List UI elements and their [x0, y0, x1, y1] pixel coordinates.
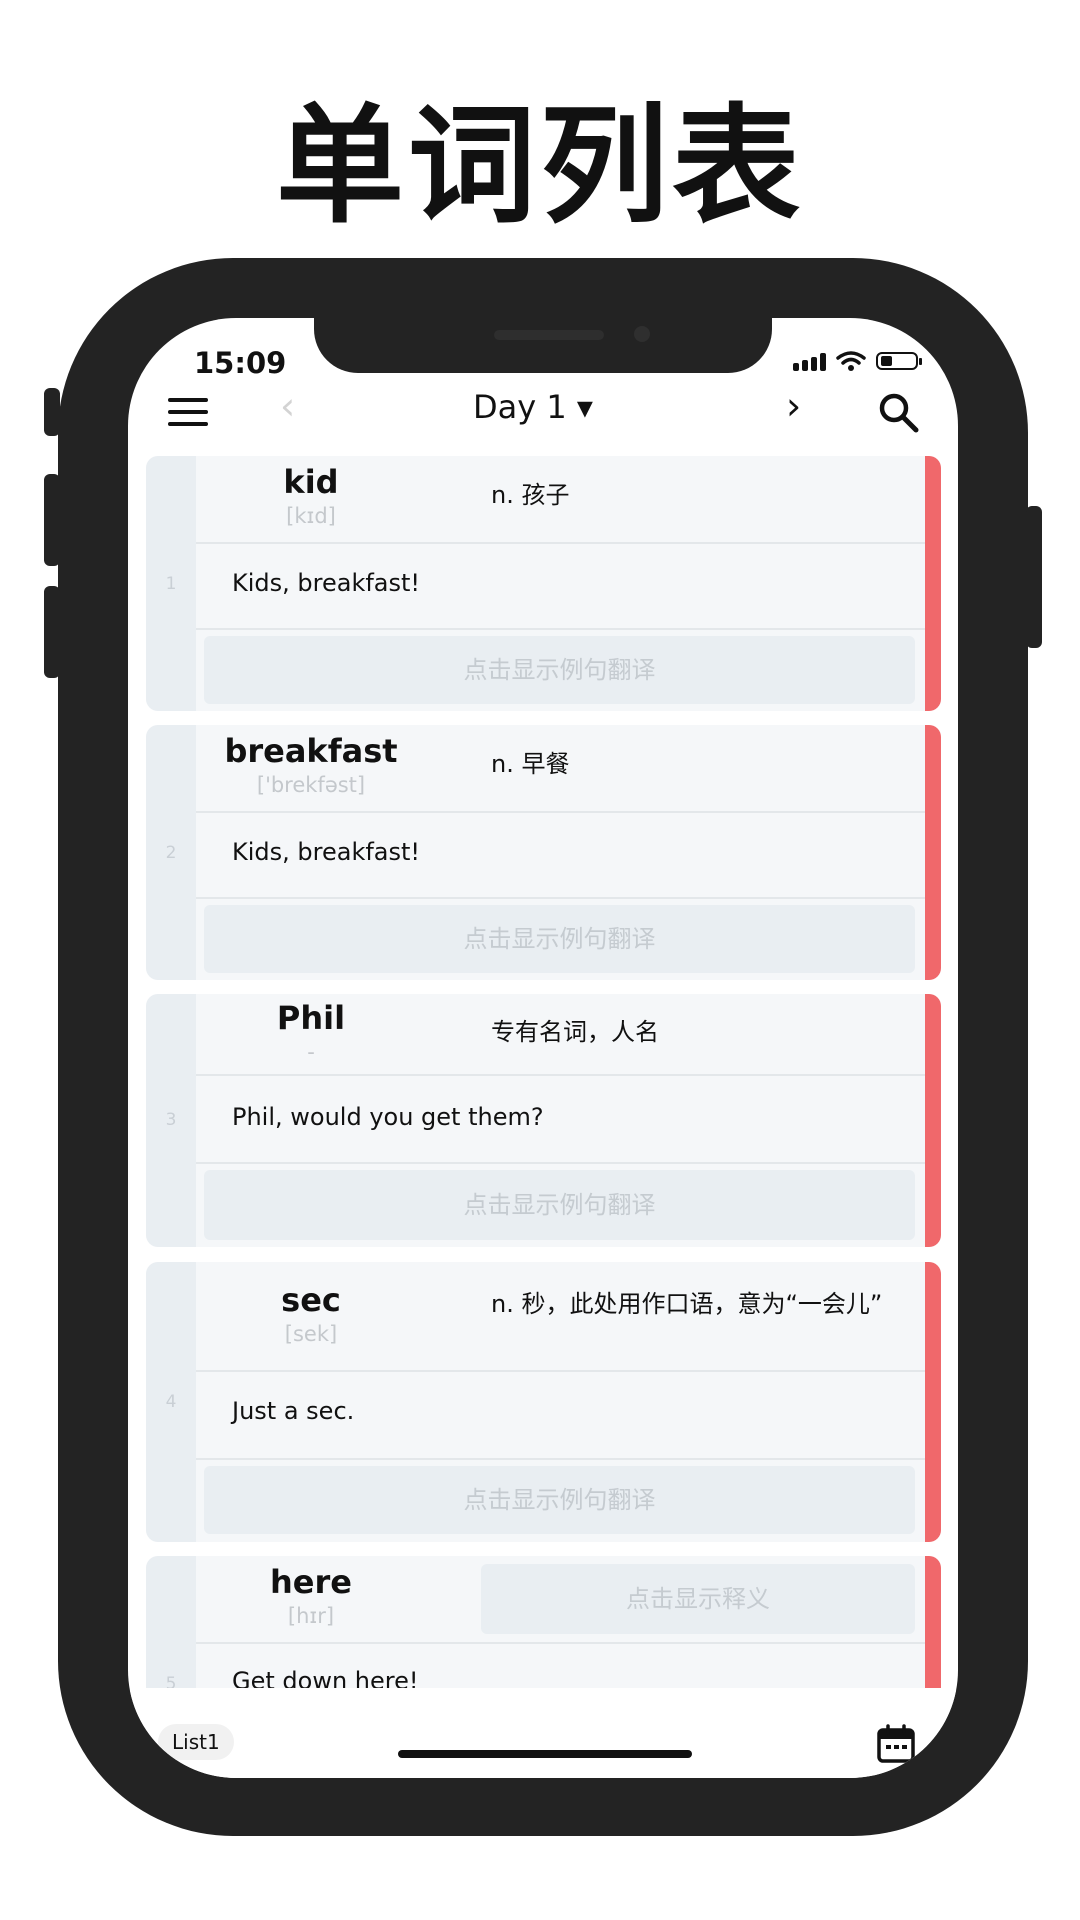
status-icons [793, 348, 922, 374]
word-index: 4 [165, 1392, 177, 1412]
phonetic: - [307, 1040, 315, 1064]
speaker [494, 330, 604, 340]
divider [196, 542, 925, 544]
example-sentence: Just a sec. [232, 1397, 355, 1425]
meaning: n. 秒，此处用作口语，意为“一会儿” [491, 1290, 883, 1318]
divider [196, 897, 925, 899]
word-card[interactable]: 5 here [hɪr] 点击显示释义 Get down here! [146, 1556, 941, 1688]
next-day-button[interactable]: › [786, 384, 801, 428]
wifi-icon [836, 351, 866, 371]
card-accent [925, 725, 941, 980]
divider [196, 1642, 925, 1644]
divider [196, 1370, 925, 1372]
index-column [146, 1556, 196, 1688]
meaning: 专有名词，人名 [491, 1018, 659, 1046]
battery-icon [876, 352, 922, 370]
prev-day-button[interactable]: ‹ [280, 384, 295, 428]
phonetic: ['brekfəst] [256, 773, 366, 797]
card-accent [925, 1556, 941, 1688]
page-title: 单词列表 [275, 92, 804, 241]
volume-up-button [44, 474, 60, 566]
word: sec [281, 1281, 341, 1319]
notch [314, 318, 772, 373]
show-translation-button[interactable]: 点击显示例句翻译 [204, 1170, 915, 1240]
divider [196, 1074, 925, 1076]
calendar-icon[interactable] [876, 1724, 916, 1764]
card-accent [925, 456, 941, 711]
word: kid [283, 463, 339, 501]
show-translation-button[interactable]: 点击显示例句翻译 [204, 1466, 915, 1534]
phonetic: [kɪd] [286, 504, 336, 528]
show-meaning-button[interactable]: 点击显示释义 [481, 1564, 915, 1634]
word-block: sec [sek] [196, 1280, 426, 1348]
phonetic: [hɪr] [287, 1604, 335, 1628]
example-sentence: Kids, breakfast! [232, 569, 421, 597]
navbar: ‹ Day 1 ▾ › [128, 376, 958, 456]
word: Phil [276, 999, 346, 1037]
word-card[interactable]: 4 sec [sek] n. 秒，此处用作口语，意为“一会儿” Just a s… [146, 1262, 941, 1542]
word-index: 5 [165, 1674, 177, 1688]
card-accent [925, 1262, 941, 1542]
word-card[interactable]: 3 Phil - 专有名词，人名 Phil, would you get the… [146, 994, 941, 1247]
meaning: n. 早餐 [491, 750, 570, 778]
example-sentence: Kids, breakfast! [232, 838, 421, 866]
divider [196, 628, 925, 630]
word: breakfast [224, 732, 398, 770]
word-block: here [hɪr] [196, 1562, 426, 1630]
day-selector[interactable]: Day 1 ▾ [408, 388, 658, 426]
word-index: 1 [165, 574, 177, 594]
meaning: n. 孩子 [491, 481, 570, 509]
power-button [1026, 506, 1042, 648]
word-block: kid [kɪd] [196, 462, 426, 530]
phonetic: [sek] [284, 1322, 338, 1346]
word-block: Phil - [196, 998, 426, 1066]
home-indicator[interactable] [398, 1750, 692, 1758]
divider [196, 811, 925, 813]
word-card[interactable]: 2 breakfast ['brekfəst] n. 早餐 Kids, brea… [146, 725, 941, 980]
volume-down-button [44, 586, 60, 678]
word-card[interactable]: 1 kid [kɪd] n. 孩子 Kids, breakfast! 点击显示例… [146, 456, 941, 711]
camera [634, 326, 650, 342]
word: here [270, 1563, 352, 1601]
example-sentence: Phil, would you get them? [232, 1103, 544, 1131]
bottom-bar: List1 [128, 1690, 958, 1778]
status-time: 15:09 [194, 346, 287, 380]
phone-screen: 15:09 ‹ Day 1 ▾ › 1 kid [kɪd] n. 孩子 Kids… [128, 318, 958, 1778]
mute-switch [44, 388, 60, 436]
example-sentence: Get down here! [232, 1667, 419, 1688]
signal-icon [793, 351, 826, 371]
show-translation-button[interactable]: 点击显示例句翻译 [204, 636, 915, 704]
word-block: breakfast ['brekfəst] [196, 731, 426, 799]
search-icon[interactable] [876, 390, 920, 434]
word-list[interactable]: 1 kid [kɪd] n. 孩子 Kids, breakfast! 点击显示例… [146, 456, 941, 1688]
divider [196, 1458, 925, 1460]
menu-icon[interactable] [168, 398, 210, 428]
show-translation-button[interactable]: 点击显示例句翻译 [204, 905, 915, 973]
list-selector[interactable]: List1 [158, 1724, 234, 1760]
divider [196, 1162, 925, 1164]
word-index: 3 [165, 1110, 177, 1130]
word-index: 2 [165, 843, 177, 863]
card-accent [925, 994, 941, 1247]
